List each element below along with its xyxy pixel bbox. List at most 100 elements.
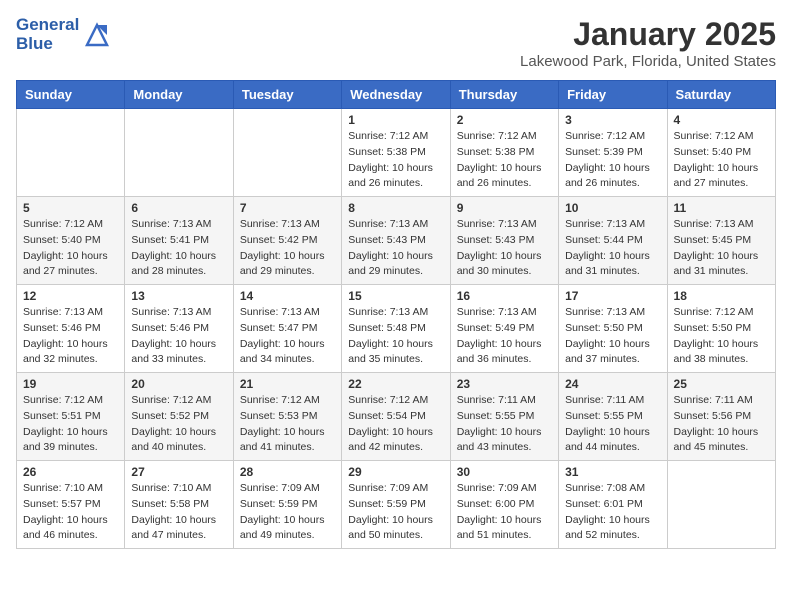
calendar-cell: 3Sunrise: 7:12 AM Sunset: 5:39 PM Daylig… bbox=[559, 109, 667, 197]
calendar-cell bbox=[667, 461, 775, 549]
calendar-cell: 30 Sunrise: 7:09 AM Sunset: 6:00 PM Dayli… bbox=[450, 461, 558, 549]
day-info: Sunrise: 7:12 AM Sunset: 5:40 PM Dayligh… bbox=[674, 129, 769, 192]
calendar-cell: 28Sunrise: 7:09 AM Sunset: 5:59 PM Dayli… bbox=[233, 461, 341, 549]
day-info: Sunrise: 7:13 AM Sunset: 5:43 PM Dayligh… bbox=[457, 217, 552, 280]
weekday-header-tuesday: Tuesday bbox=[233, 81, 341, 109]
calendar-cell: 5 Sunrise: 7:12 AM Sunset: 5:40 PM Daylig… bbox=[17, 197, 125, 285]
weekday-header-thursday: Thursday bbox=[450, 81, 558, 109]
day-number: 22 bbox=[348, 377, 443, 391]
calendar-cell: 16 Sunrise: 7:13 AM Sunset: 5:49 PM Dayli… bbox=[450, 285, 558, 373]
day-number: 5 bbox=[23, 201, 118, 215]
day-number: 1 bbox=[348, 113, 443, 127]
calendar-cell: 17 Sunrise: 7:13 AM Sunset: 5:50 PM Dayli… bbox=[559, 285, 667, 373]
calendar-cell: 25 Sunrise: 7:11 AM Sunset: 5:56 PM Dayli… bbox=[667, 373, 775, 461]
day-info: Sunrise: 7:13 AM Sunset: 5:45 PM Dayligh… bbox=[674, 217, 769, 280]
day-number: 2 bbox=[457, 113, 552, 127]
day-info: Sunrise: 7:12 AM Sunset: 5:38 PM Dayligh… bbox=[457, 129, 552, 192]
day-number: 18 bbox=[674, 289, 769, 303]
calendar-cell: 29 Sunrise: 7:09 AM Sunset: 5:59 PM Dayli… bbox=[342, 461, 450, 549]
day-number: 7 bbox=[240, 201, 335, 215]
title-area: January 2025 Lakewood Park, Florida, Uni… bbox=[520, 16, 776, 70]
day-info: Sunrise: 7:12 AM Sunset: 5:40 PM Dayligh… bbox=[23, 217, 118, 280]
calendar-cell: 8 Sunrise: 7:13 AM Sunset: 5:43 PM Daylig… bbox=[342, 197, 450, 285]
weekday-header-saturday: Saturday bbox=[667, 81, 775, 109]
day-number: 29 bbox=[348, 465, 443, 479]
calendar-cell bbox=[125, 109, 233, 197]
calendar-cell: 31 Sunrise: 7:08 AM Sunset: 6:01 PM Dayli… bbox=[559, 461, 667, 549]
calendar-cell bbox=[17, 109, 125, 197]
day-number: 20 bbox=[131, 377, 226, 391]
day-number: 13 bbox=[131, 289, 226, 303]
day-info: Sunrise: 7:11 AM Sunset: 5:55 PM Dayligh… bbox=[565, 393, 660, 456]
calendar-cell: 2 Sunrise: 7:12 AM Sunset: 5:38 PM Daylig… bbox=[450, 109, 558, 197]
page-header: General Blue January 2025 Lakewood Park,… bbox=[16, 16, 776, 70]
day-number: 27 bbox=[131, 465, 226, 479]
calendar-cell: 21Sunrise: 7:12 AM Sunset: 5:53 PM Dayli… bbox=[233, 373, 341, 461]
weekday-header-wednesday: Wednesday bbox=[342, 81, 450, 109]
day-info: Sunrise: 7:13 AM Sunset: 5:48 PM Dayligh… bbox=[348, 305, 443, 368]
day-number: 10 bbox=[565, 201, 660, 215]
calendar-cell: 12 Sunrise: 7:13 AM Sunset: 5:46 PM Dayli… bbox=[17, 285, 125, 373]
day-number: 3 bbox=[565, 113, 660, 127]
day-info: Sunrise: 7:11 AM Sunset: 5:56 PM Dayligh… bbox=[674, 393, 769, 456]
day-info: Sunrise: 7:12 AM Sunset: 5:51 PM Dayligh… bbox=[23, 393, 118, 456]
day-number: 23 bbox=[457, 377, 552, 391]
calendar-week-row: 5 Sunrise: 7:12 AM Sunset: 5:40 PM Daylig… bbox=[17, 197, 776, 285]
calendar-cell: 22Sunrise: 7:12 AM Sunset: 5:54 PM Dayli… bbox=[342, 373, 450, 461]
day-info: Sunrise: 7:10 AM Sunset: 5:58 PM Dayligh… bbox=[131, 481, 226, 544]
logo-blue: Blue bbox=[16, 35, 79, 54]
calendar-cell: 13 Sunrise: 7:13 AM Sunset: 5:46 PM Dayli… bbox=[125, 285, 233, 373]
calendar-week-row: 19 Sunrise: 7:12 AM Sunset: 5:51 PM Dayli… bbox=[17, 373, 776, 461]
day-info: Sunrise: 7:13 AM Sunset: 5:43 PM Dayligh… bbox=[348, 217, 443, 280]
day-number: 24 bbox=[565, 377, 660, 391]
day-info: Sunrise: 7:11 AM Sunset: 5:55 PM Dayligh… bbox=[457, 393, 552, 456]
weekday-header-friday: Friday bbox=[559, 81, 667, 109]
day-number: 11 bbox=[674, 201, 769, 215]
weekday-header-sunday: Sunday bbox=[17, 81, 125, 109]
day-info: Sunrise: 7:08 AM Sunset: 6:01 PM Dayligh… bbox=[565, 481, 660, 544]
day-number: 17 bbox=[565, 289, 660, 303]
calendar-week-row: 1 Sunrise: 7:12 AM Sunset: 5:38 PM Daylig… bbox=[17, 109, 776, 197]
weekday-header-monday: Monday bbox=[125, 81, 233, 109]
day-number: 12 bbox=[23, 289, 118, 303]
calendar-cell: 18 Sunrise: 7:12 AM Sunset: 5:50 PM Dayli… bbox=[667, 285, 775, 373]
day-info: Sunrise: 7:10 AM Sunset: 5:57 PM Dayligh… bbox=[23, 481, 118, 544]
calendar-cell: 26 Sunrise: 7:10 AM Sunset: 5:57 PM Dayli… bbox=[17, 461, 125, 549]
day-info: Sunrise: 7:13 AM Sunset: 5:46 PM Dayligh… bbox=[23, 305, 118, 368]
calendar-cell: 4 Sunrise: 7:12 AM Sunset: 5:40 PM Daylig… bbox=[667, 109, 775, 197]
day-number: 21 bbox=[240, 377, 335, 391]
day-info: Sunrise: 7:13 AM Sunset: 5:41 PM Dayligh… bbox=[131, 217, 226, 280]
day-number: 16 bbox=[457, 289, 552, 303]
logo: General Blue bbox=[16, 16, 111, 53]
calendar-week-row: 12 Sunrise: 7:13 AM Sunset: 5:46 PM Dayli… bbox=[17, 285, 776, 373]
day-info: Sunrise: 7:13 AM Sunset: 5:46 PM Dayligh… bbox=[131, 305, 226, 368]
day-info: Sunrise: 7:13 AM Sunset: 5:42 PM Dayligh… bbox=[240, 217, 335, 280]
calendar-cell: 15Sunrise: 7:13 AM Sunset: 5:48 PM Dayli… bbox=[342, 285, 450, 373]
calendar-cell: 6Sunrise: 7:13 AM Sunset: 5:41 PM Daylig… bbox=[125, 197, 233, 285]
day-number: 4 bbox=[674, 113, 769, 127]
day-info: Sunrise: 7:09 AM Sunset: 5:59 PM Dayligh… bbox=[348, 481, 443, 544]
day-info: Sunrise: 7:12 AM Sunset: 5:52 PM Dayligh… bbox=[131, 393, 226, 456]
day-number: 25 bbox=[674, 377, 769, 391]
calendar-cell: 11 Sunrise: 7:13 AM Sunset: 5:45 PM Dayli… bbox=[667, 197, 775, 285]
day-number: 19 bbox=[23, 377, 118, 391]
logo-general: General bbox=[16, 16, 79, 35]
day-info: Sunrise: 7:12 AM Sunset: 5:50 PM Dayligh… bbox=[674, 305, 769, 368]
calendar-week-row: 26 Sunrise: 7:10 AM Sunset: 5:57 PM Dayli… bbox=[17, 461, 776, 549]
day-info: Sunrise: 7:12 AM Sunset: 5:38 PM Dayligh… bbox=[348, 129, 443, 192]
day-number: 8 bbox=[348, 201, 443, 215]
calendar-cell: 10Sunrise: 7:13 AM Sunset: 5:44 PM Dayli… bbox=[559, 197, 667, 285]
day-number: 26 bbox=[23, 465, 118, 479]
day-number: 30 bbox=[457, 465, 552, 479]
day-info: Sunrise: 7:13 AM Sunset: 5:49 PM Dayligh… bbox=[457, 305, 552, 368]
calendar-title: January 2025 bbox=[520, 16, 776, 53]
day-number: 14 bbox=[240, 289, 335, 303]
calendar-cell: 9 Sunrise: 7:13 AM Sunset: 5:43 PM Daylig… bbox=[450, 197, 558, 285]
day-info: Sunrise: 7:13 AM Sunset: 5:50 PM Dayligh… bbox=[565, 305, 660, 368]
day-number: 28 bbox=[240, 465, 335, 479]
day-number: 31 bbox=[565, 465, 660, 479]
calendar-cell: 20 Sunrise: 7:12 AM Sunset: 5:52 PM Dayli… bbox=[125, 373, 233, 461]
calendar-subtitle: Lakewood Park, Florida, United States bbox=[520, 53, 776, 70]
day-number: 9 bbox=[457, 201, 552, 215]
day-info: Sunrise: 7:09 AM Sunset: 6:00 PM Dayligh… bbox=[457, 481, 552, 544]
